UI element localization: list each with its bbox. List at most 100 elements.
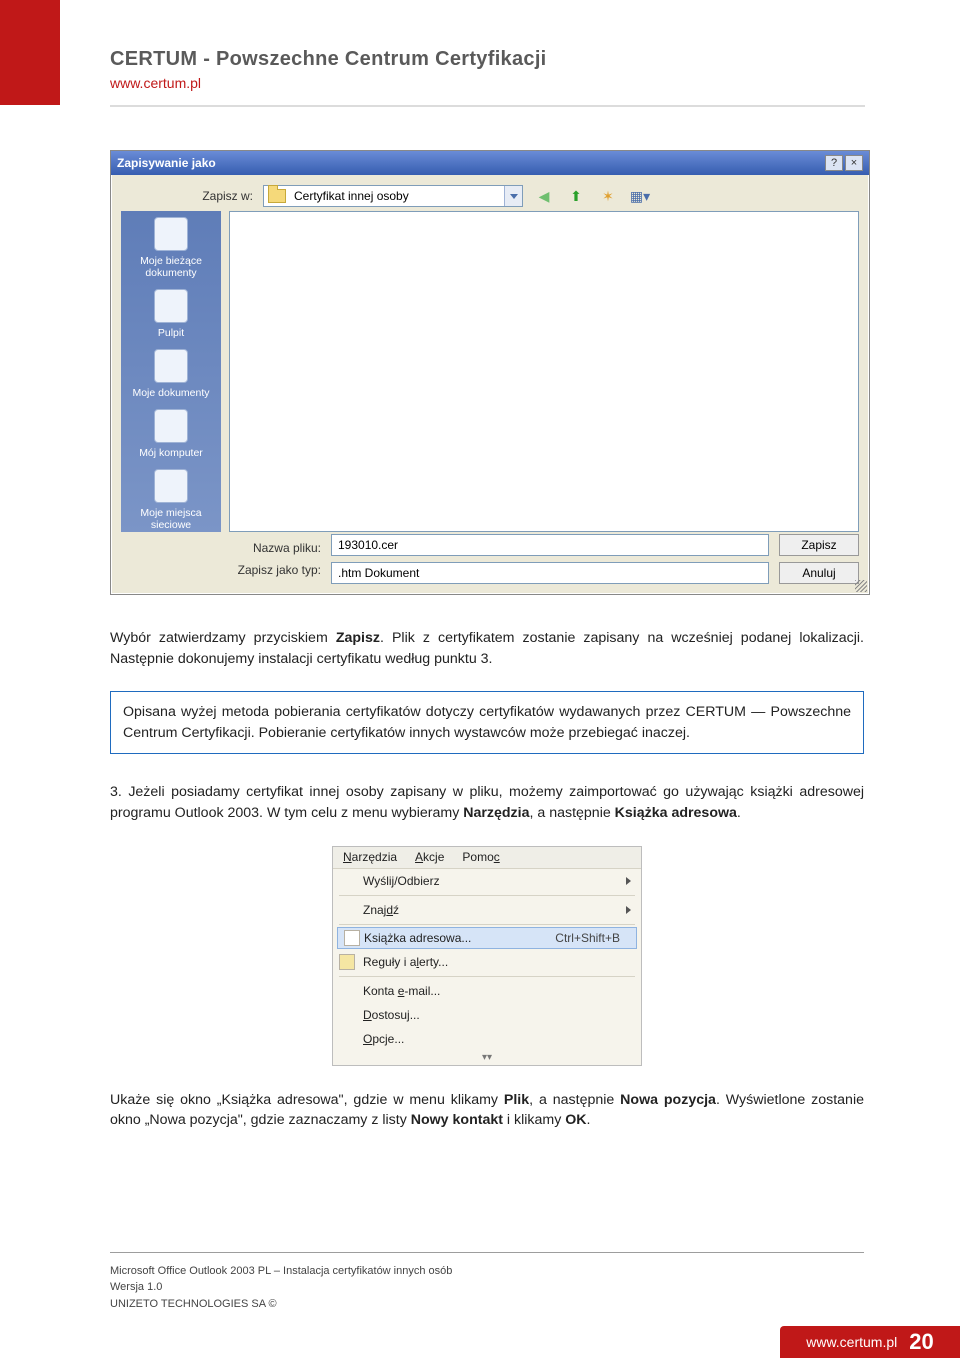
menu-item-rules-alerts[interactable]: Reguły i alerty...: [333, 950, 641, 974]
text: .: [737, 805, 741, 821]
menu-expand-icon[interactable]: ▾▾: [333, 1051, 641, 1065]
footer: Microsoft Office Outlook 2003 PL – Insta…: [110, 1252, 864, 1313]
menu-help[interactable]: Pomoc: [462, 850, 499, 865]
network-places-icon: [154, 469, 188, 503]
views-icon[interactable]: ▦▾: [629, 185, 651, 207]
place-my-documents[interactable]: Moje dokumenty: [126, 349, 216, 399]
menu-item-email-accounts[interactable]: Konta e-mail...: [333, 979, 641, 1003]
menu-item-options[interactable]: Opcje...: [333, 1027, 641, 1051]
rules-icon: [339, 954, 355, 970]
menu-item-send-receive[interactable]: Wyślij/Odbierz: [333, 869, 641, 893]
filetype-value: .htm Dokument: [332, 566, 750, 580]
page: CERTUM - Powszechne Centrum Certyfikacji…: [0, 0, 960, 1358]
chevron-right-icon: [626, 874, 631, 888]
paragraph-1: Wybór zatwierdzamy przyciskiem Zapisz. P…: [110, 628, 864, 669]
save-in-combo[interactable]: Certyfikat innej osoby: [263, 185, 523, 207]
place-recent-docs[interactable]: Moje bieżące dokumenty: [126, 217, 216, 279]
menu-item-label: Książka adresowa...: [364, 931, 471, 945]
left-red-strip: [0, 0, 60, 105]
page-number: 20: [909, 1329, 933, 1355]
menu-separator: [339, 976, 635, 977]
paragraph-3: 3. Jeżeli posiadamy certyfikat innej oso…: [110, 782, 864, 823]
menu-item-find[interactable]: Znajdź: [333, 898, 641, 922]
footer-url: www.certum.pl: [806, 1334, 897, 1350]
menu-item-label: Konta e-mail...: [363, 984, 440, 998]
recent-docs-icon: [154, 217, 188, 251]
page-header: CERTUM - Powszechne Centrum Certyfikacji…: [110, 48, 547, 91]
up-icon[interactable]: ⬆: [565, 185, 587, 207]
filetype-select[interactable]: .htm Dokument: [331, 562, 769, 584]
menu-item-shortcut: Ctrl+Shift+B: [555, 931, 620, 945]
menu-item-customize[interactable]: Dostosuj...: [333, 1003, 641, 1027]
menu-item-label: Wyślij/Odbierz: [363, 874, 440, 888]
header-rule: [110, 105, 865, 107]
content-area: Wybór zatwierdzamy przyciskiem Zapisz. P…: [110, 628, 864, 1153]
chevron-down-icon[interactable]: [504, 186, 522, 206]
dialog-titlebar[interactable]: Zapisywanie jako ? ×: [111, 151, 869, 175]
text: Wybór zatwierdzamy przyciskiem: [110, 630, 336, 646]
save-button[interactable]: Zapisz: [779, 534, 859, 556]
menu-item-address-book[interactable]: Książka adresowa... Ctrl+Shift+B: [337, 927, 637, 949]
text-bold: Zapisz: [336, 630, 380, 646]
text-bold: OK: [565, 1112, 586, 1128]
outlook-menu: Narzędzia Akcje Pomoc Wyślij/Odbierz Zna…: [332, 846, 642, 1066]
outlook-menubar: Narzędzia Akcje Pomoc: [333, 847, 641, 869]
menu-item-label: Reguły i alerty...: [363, 955, 448, 969]
menu-item-label: Opcje...: [363, 1032, 404, 1046]
header-subtitle: www.certum.pl: [110, 75, 547, 91]
text: Ukaże się okno „Książka adresowa", gdzie…: [110, 1092, 504, 1108]
text-bold: Książka adresowa: [615, 805, 737, 821]
folder-icon: [268, 189, 286, 203]
filename-input[interactable]: 193010.cer: [331, 534, 769, 556]
chevron-right-icon: [626, 903, 631, 917]
menu-tools[interactable]: Narzędzia: [343, 850, 397, 865]
page-number-badge: www.certum.pl 20: [780, 1326, 960, 1358]
filename-label: Nazwa pliku:: [231, 541, 321, 555]
text: i klikamy: [503, 1112, 565, 1128]
address-book-icon: [344, 930, 360, 946]
text-bold: Nowy kontakt: [411, 1112, 503, 1128]
my-computer-icon: [154, 409, 188, 443]
my-documents-icon: [154, 349, 188, 383]
place-label: Moje dokumenty: [132, 387, 209, 399]
place-label: Moje miejsca sieciowe: [126, 507, 216, 531]
save-in-value: Certyfikat innej osoby: [290, 189, 504, 203]
filetype-label: Zapisz jako typ:: [231, 563, 321, 577]
menu-item-label: Znajdź: [363, 903, 399, 917]
text: , a następnie: [529, 805, 614, 821]
file-list-area[interactable]: [229, 211, 859, 532]
desktop-icon: [154, 289, 188, 323]
text-bold: Plik: [504, 1092, 529, 1108]
place-label: Pulpit: [158, 327, 184, 339]
footer-line-1: Microsoft Office Outlook 2003 PL – Insta…: [110, 1263, 864, 1280]
footer-line-2: Wersja 1.0: [110, 1279, 864, 1296]
text-bold: Narzędzia: [463, 805, 529, 821]
text: , a następnie: [529, 1092, 620, 1108]
menu-item-label: Dostosuj...: [363, 1008, 420, 1022]
back-icon[interactable]: ◀: [533, 185, 555, 207]
help-icon[interactable]: ?: [825, 155, 843, 171]
save-in-label: Zapisz w:: [183, 189, 253, 203]
note-box: Opisana wyżej metoda pobierania certyfik…: [110, 691, 864, 754]
text-bold: Nowa pozycja: [620, 1092, 716, 1108]
dialog-title: Zapisywanie jako: [117, 156, 825, 170]
footer-line-3: UNIZETO TECHNOLOGIES SA ©: [110, 1296, 864, 1313]
menu-actions[interactable]: Akcje: [415, 850, 444, 865]
place-desktop[interactable]: Pulpit: [126, 289, 216, 339]
menu-separator: [339, 924, 635, 925]
menu-separator: [339, 895, 635, 896]
cancel-button[interactable]: Anuluj: [779, 562, 859, 584]
places-bar: Moje bieżące dokumenty Pulpit Moje dokum…: [121, 211, 221, 532]
resize-grip-icon[interactable]: [855, 580, 867, 592]
place-label: Moje bieżące dokumenty: [126, 255, 216, 279]
dialog-top-row: Zapisz w: Certyfikat innej osoby ◀ ⬆ ✶ ▦…: [111, 175, 869, 213]
dialog-body: Moje bieżące dokumenty Pulpit Moje dokum…: [121, 211, 859, 532]
dialog-bottom: Nazwa pliku: Zapisz jako typ: 193010.cer…: [231, 534, 859, 584]
place-network[interactable]: Moje miejsca sieciowe: [126, 469, 216, 531]
close-icon[interactable]: ×: [845, 155, 863, 171]
paragraph-4: Ukaże się okno „Książka adresowa", gdzie…: [110, 1090, 864, 1131]
place-my-computer[interactable]: Mój komputer: [126, 409, 216, 459]
save-as-dialog: Zapisywanie jako ? × Zapisz w: Certyfika…: [110, 150, 870, 595]
new-folder-icon[interactable]: ✶: [597, 185, 619, 207]
header-title: CERTUM - Powszechne Centrum Certyfikacji: [110, 48, 547, 71]
